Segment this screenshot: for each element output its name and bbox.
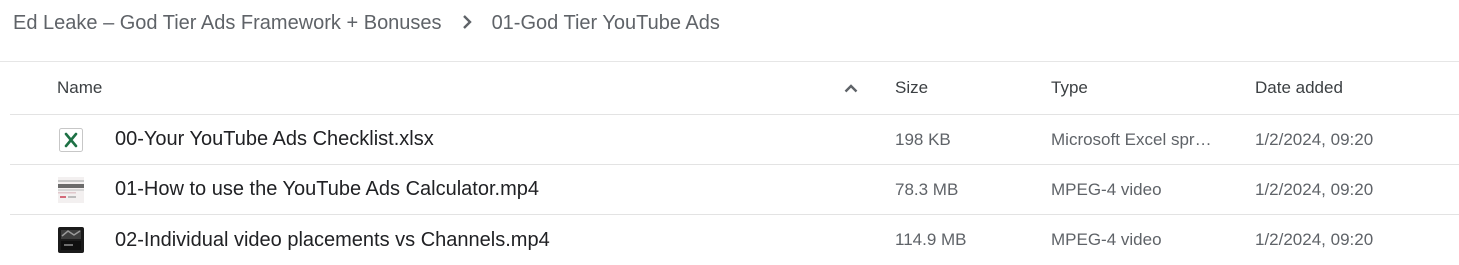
video-thumbnail-icon xyxy=(58,177,84,203)
file-name[interactable]: 00-Your YouTube Ads Checklist.xlsx xyxy=(115,115,434,164)
file-table: Name Size Type Date added 00-Your YouTub… xyxy=(10,62,1459,265)
file-name[interactable]: 02-Individual video placements vs Channe… xyxy=(115,215,550,265)
file-date-added: 1/2/2024, 09:20 xyxy=(1255,179,1374,199)
file-size: 198 KB xyxy=(895,129,951,149)
column-header-date-added[interactable]: Date added xyxy=(1255,62,1455,114)
file-size: 114.9 MB xyxy=(895,230,967,249)
table-row[interactable]: 00-Your YouTube Ads Checklist.xlsx 198 K… xyxy=(10,115,1459,165)
column-header-type[interactable]: Type xyxy=(1051,62,1231,114)
table-row[interactable]: 02-Individual video placements vs Channe… xyxy=(10,215,1459,265)
breadcrumb-parent-folder[interactable]: Ed Leake – God Tier Ads Framework + Bonu… xyxy=(13,12,442,35)
file-type: MPEG-4 video xyxy=(1051,230,1162,249)
column-header-size[interactable]: Size xyxy=(895,62,1035,114)
file-type: MPEG-4 video xyxy=(1051,179,1162,199)
table-row[interactable]: 01-How to use the YouTube Ads Calculator… xyxy=(10,165,1459,215)
chevron-right-icon xyxy=(462,13,472,34)
video-thumbnail-icon xyxy=(58,227,84,253)
breadcrumb: Ed Leake – God Tier Ads Framework + Bonu… xyxy=(13,9,720,37)
file-date-added: 1/2/2024, 09:20 xyxy=(1255,230,1374,249)
file-date-added: 1/2/2024, 09:20 xyxy=(1255,129,1374,149)
file-type: Microsoft Excel spr… xyxy=(1051,129,1212,149)
column-header-name[interactable]: Name xyxy=(57,62,837,114)
file-size: 78.3 MB xyxy=(895,179,959,199)
file-name[interactable]: 01-How to use the YouTube Ads Calculator… xyxy=(115,165,539,214)
excel-file-icon xyxy=(58,127,84,153)
chevron-up-icon[interactable] xyxy=(840,62,862,114)
table-header-row: Name Size Type Date added xyxy=(10,62,1459,115)
breadcrumb-current-folder: 01-God Tier YouTube Ads xyxy=(491,11,720,34)
